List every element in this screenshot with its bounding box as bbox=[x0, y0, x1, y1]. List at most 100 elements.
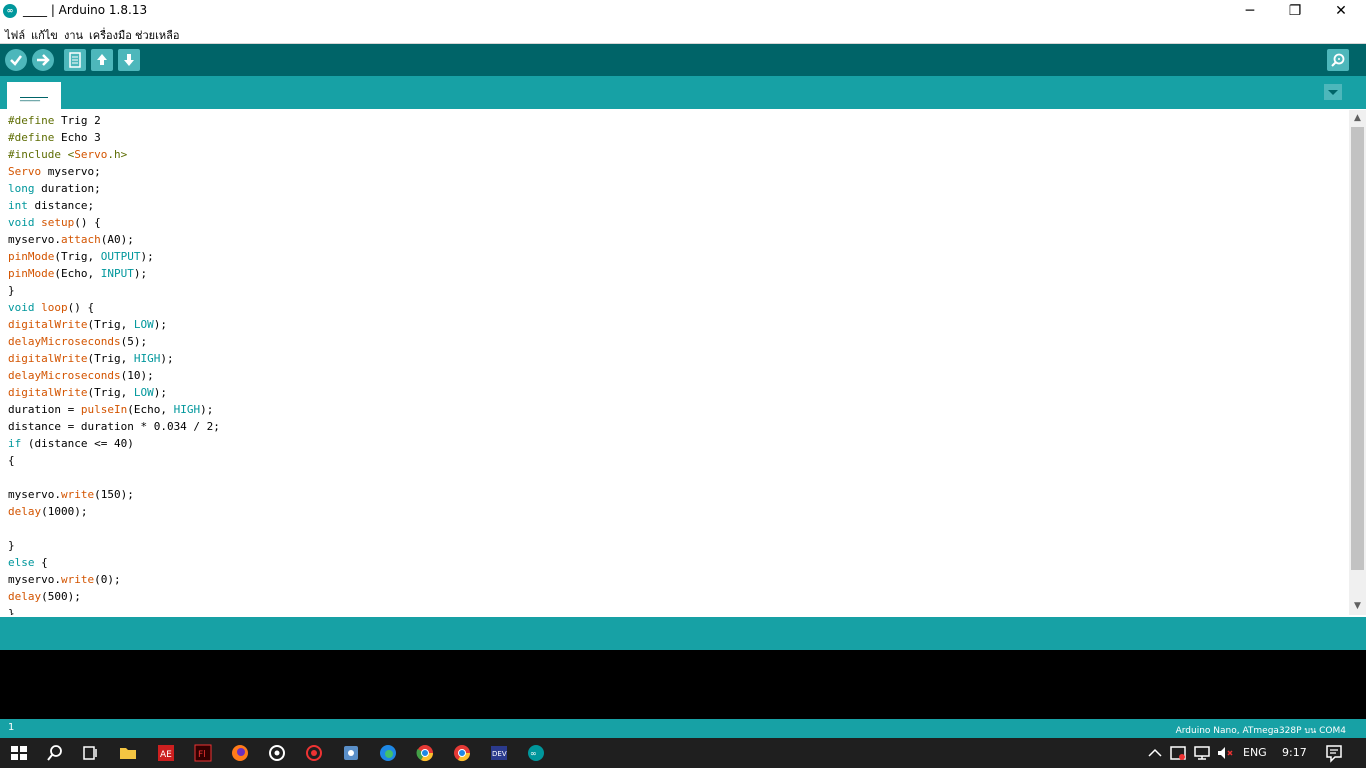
arduino-logo-icon: ∞ bbox=[3, 4, 17, 18]
code-token: pinMode bbox=[8, 267, 55, 280]
message-bar bbox=[0, 617, 1366, 650]
code-line[interactable]: } bbox=[8, 282, 15, 299]
notifications-icon[interactable] bbox=[1324, 743, 1344, 763]
windows-start-icon[interactable] bbox=[9, 743, 29, 763]
chevron-up-icon[interactable] bbox=[1145, 743, 1165, 763]
code-line[interactable]: digitalWrite(Trig, LOW); bbox=[8, 316, 167, 333]
menu-sketch[interactable]: งาน bbox=[64, 26, 83, 44]
code-line[interactable]: void loop() { bbox=[8, 299, 94, 316]
dev-cpp-icon[interactable]: DEV bbox=[489, 743, 509, 763]
editor-scrollbar[interactable]: ▲ ▼ bbox=[1349, 110, 1366, 615]
upload-icon[interactable] bbox=[32, 49, 54, 71]
code-line[interactable]: pinMode(Echo, INPUT); bbox=[8, 265, 147, 282]
code-line[interactable]: Servo myservo; bbox=[8, 163, 101, 180]
tab-menu-button[interactable] bbox=[1324, 84, 1342, 100]
code-token: void bbox=[8, 301, 35, 314]
minimize-button[interactable]: ─ bbox=[1227, 0, 1273, 22]
serial-monitor-icon[interactable] bbox=[1327, 49, 1349, 71]
code-token: pinMode bbox=[8, 250, 55, 263]
code-line[interactable]: #include <Servo.h> bbox=[8, 146, 127, 163]
code-line[interactable]: delayMicroseconds(5); bbox=[8, 333, 147, 350]
file-explorer-icon[interactable] bbox=[118, 743, 138, 763]
code-token: INPUT bbox=[100, 267, 134, 280]
chrome-icon[interactable] bbox=[415, 743, 435, 763]
search-icon[interactable] bbox=[45, 743, 65, 763]
code-token: (Echo, bbox=[54, 267, 101, 280]
sketch-tab[interactable]: ____ bbox=[7, 82, 61, 109]
menu-tools[interactable]: เครื่องมือ bbox=[89, 26, 132, 44]
code-line[interactable]: long duration; bbox=[8, 180, 101, 197]
close-button[interactable]: ✕ bbox=[1318, 0, 1364, 22]
code-token: duration = bbox=[8, 403, 81, 416]
maximize-button[interactable]: ❐ bbox=[1272, 0, 1318, 22]
code-token: () { bbox=[67, 301, 95, 314]
code-line[interactable]: } bbox=[8, 537, 15, 554]
scroll-thumb[interactable] bbox=[1351, 127, 1364, 570]
code-line[interactable]: { bbox=[8, 452, 15, 469]
code-line[interactable]: duration = pulseIn(Echo, HIGH); bbox=[8, 401, 213, 418]
code-token: myservo. bbox=[8, 573, 61, 586]
code-line[interactable]: else { bbox=[8, 554, 48, 571]
code-line[interactable]: #define Trig 2 bbox=[8, 112, 101, 129]
code-line[interactable]: } bbox=[8, 605, 15, 615]
open-icon[interactable] bbox=[91, 49, 113, 71]
save-icon[interactable] bbox=[118, 49, 140, 71]
verify-icon[interactable] bbox=[5, 49, 27, 71]
code-line[interactable]: pinMode(Trig, OUTPUT); bbox=[8, 248, 154, 265]
arduino-taskbar-icon[interactable]: ∞ bbox=[526, 743, 546, 763]
menu-edit[interactable]: แก้ไข bbox=[31, 26, 58, 44]
code-token: (Trig, bbox=[54, 250, 101, 263]
code-token: void bbox=[8, 216, 35, 229]
code-token: (150); bbox=[94, 488, 134, 501]
code-token: ); bbox=[140, 250, 154, 263]
tray-app-icon[interactable] bbox=[1168, 743, 1188, 763]
settings-app-icon[interactable] bbox=[341, 743, 361, 763]
code-line[interactable]: void setup() { bbox=[8, 214, 101, 231]
code-token: write bbox=[60, 488, 95, 501]
window-title: ____ | Arduino 1.8.13 bbox=[23, 3, 148, 17]
code-line[interactable]: distance = duration * 0.034 / 2; bbox=[8, 418, 220, 435]
code-token: distance = duration * 0.034 / 2; bbox=[8, 420, 220, 433]
code-line[interactable]: digitalWrite(Trig, HIGH); bbox=[8, 350, 174, 367]
board-info: Arduino Nano, ATmega328P บน COM4 bbox=[1175, 726, 1346, 736]
code-line[interactable]: if (distance <= 40) bbox=[8, 435, 134, 452]
chevron-down-icon bbox=[1328, 90, 1338, 95]
flash-icon[interactable]: Fl bbox=[193, 743, 213, 763]
code-token: write bbox=[60, 573, 95, 586]
code-token: delay bbox=[8, 590, 42, 603]
clock[interactable]: 9:17 bbox=[1282, 746, 1307, 759]
code-token: (0); bbox=[94, 573, 121, 586]
code-editor[interactable]: #define Trig 2 #define Echo 3 #include <Se… bbox=[0, 110, 1349, 615]
scroll-down-icon[interactable]: ▼ bbox=[1349, 598, 1366, 614]
code-line[interactable]: myservo.write(0); bbox=[8, 571, 121, 588]
app-red-icon[interactable] bbox=[304, 743, 324, 763]
scroll-up-icon[interactable]: ▲ bbox=[1349, 110, 1366, 126]
code-token: ); bbox=[200, 403, 214, 416]
menu-file[interactable]: ไฟล์ bbox=[5, 26, 25, 44]
code-line[interactable]: delay(1000); bbox=[8, 503, 87, 520]
code-line[interactable]: myservo.attach(A0); bbox=[8, 231, 134, 248]
media-player-icon[interactable] bbox=[267, 743, 287, 763]
code-line[interactable]: #define Echo 3 bbox=[8, 129, 101, 146]
edge-icon[interactable] bbox=[378, 743, 398, 763]
code-token: delay bbox=[8, 505, 42, 518]
code-token: (Trig, bbox=[87, 352, 134, 365]
menu-help[interactable]: ช่วยเหลือ bbox=[135, 26, 179, 44]
console-output[interactable] bbox=[0, 650, 1366, 719]
code-token: HIGH bbox=[173, 403, 201, 416]
input-language[interactable]: ENG bbox=[1243, 746, 1267, 759]
firefox-icon[interactable] bbox=[230, 743, 250, 763]
code-line[interactable]: delayMicroseconds(10); bbox=[8, 367, 154, 384]
chrome-profile-icon[interactable] bbox=[452, 743, 472, 763]
acrobat-icon[interactable]: AE bbox=[156, 743, 176, 763]
task-view-icon[interactable] bbox=[80, 743, 100, 763]
code-line[interactable]: myservo.write(150); bbox=[8, 486, 134, 503]
code-line[interactable]: digitalWrite(Trig, LOW); bbox=[8, 384, 167, 401]
code-token: pulseIn bbox=[80, 403, 128, 416]
volume-muted-icon[interactable] bbox=[1215, 743, 1235, 763]
code-token: } bbox=[8, 539, 15, 552]
network-icon[interactable] bbox=[1192, 743, 1212, 763]
code-line[interactable]: delay(500); bbox=[8, 588, 81, 605]
code-line[interactable]: int distance; bbox=[8, 197, 94, 214]
new-icon[interactable] bbox=[64, 49, 86, 71]
